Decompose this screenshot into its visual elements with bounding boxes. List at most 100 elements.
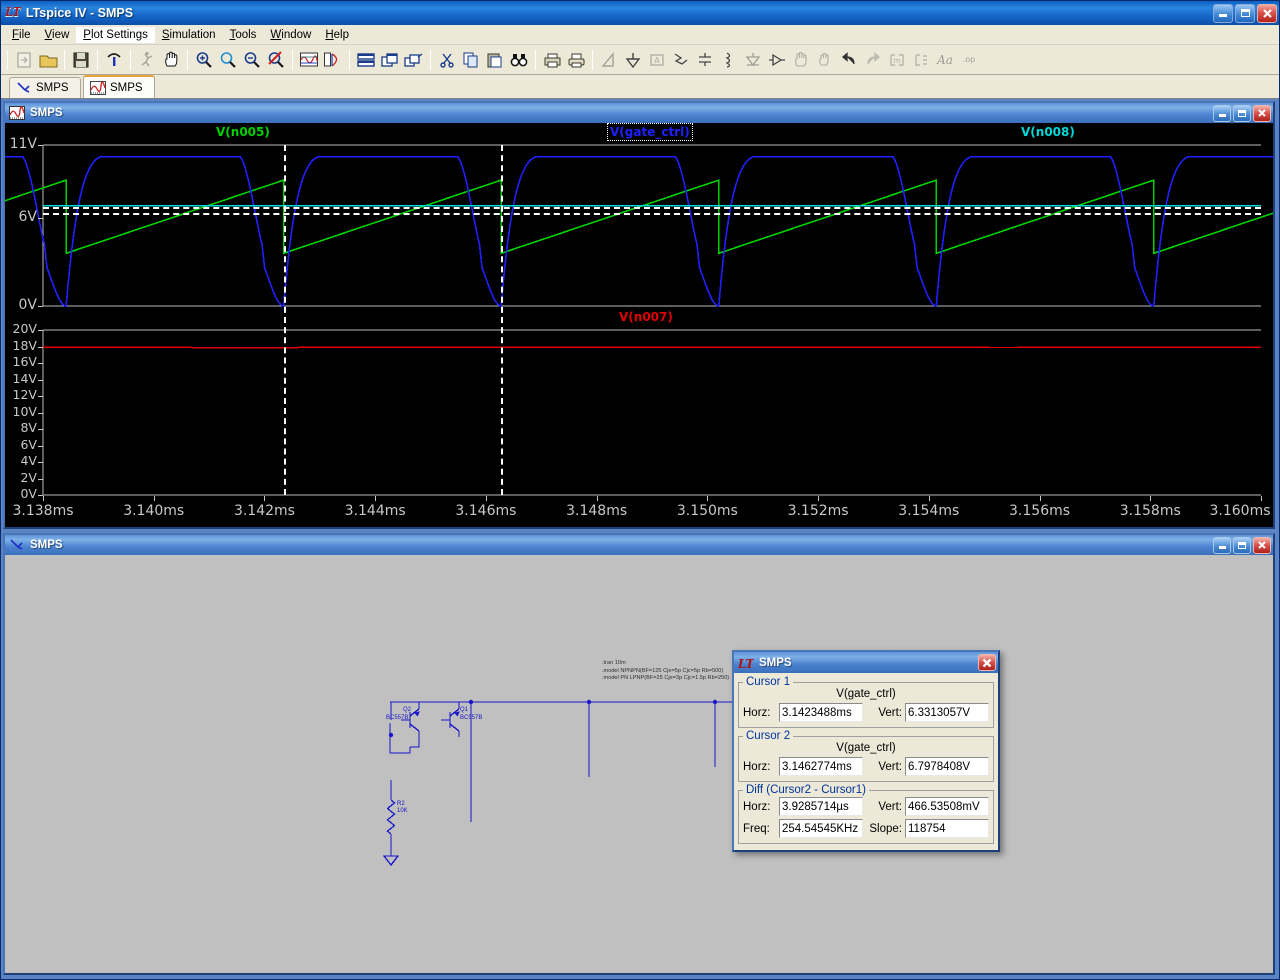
- print-preview-icon[interactable]: [540, 48, 564, 72]
- tab-schematic-label: SMPS: [36, 82, 69, 94]
- place-resistor-icon[interactable]: [669, 48, 693, 72]
- schematic-label: 10K: [397, 808, 408, 815]
- undo-icon[interactable]: [837, 48, 861, 72]
- diff-horz-value[interactable]: 3.9285714µs: [779, 797, 863, 816]
- place-capacitor-icon[interactable]: [693, 48, 717, 72]
- spice-error-log-icon[interactable]: [321, 48, 345, 72]
- tile-cascade-icon[interactable]: [378, 48, 402, 72]
- drag-icon[interactable]: [813, 48, 837, 72]
- window-controls: [1213, 4, 1277, 23]
- place-ground-icon[interactable]: [621, 48, 645, 72]
- place-diode-icon[interactable]: [741, 48, 765, 72]
- trace-legend-label[interactable]: V(n005): [216, 125, 270, 139]
- x-axis-tick: [707, 496, 708, 501]
- menu-view[interactable]: View: [38, 27, 77, 43]
- tile-horizontal-icon[interactable]: [354, 48, 378, 72]
- tab-schematic-smps[interactable]: SMPS: [9, 77, 81, 98]
- waveform-plot-area[interactable]: 11V6V0V20V18V16V14V12V10V8V6V4V2V0V3.138…: [5, 123, 1273, 527]
- menu-simulation-rest: imulation: [170, 29, 216, 41]
- open-file-icon[interactable]: [36, 48, 60, 72]
- trace-legend-label[interactable]: V(n008): [1021, 125, 1075, 139]
- waveform-minimize-button[interactable]: [1213, 105, 1231, 122]
- menu-window[interactable]: Window: [263, 27, 318, 43]
- paste-icon[interactable]: [483, 48, 507, 72]
- cursor2-horz-value[interactable]: 3.1462774ms: [779, 757, 863, 776]
- ltspice-logo-icon: LT: [5, 5, 20, 21]
- y-axis-tick-label: 12V: [13, 387, 37, 402]
- waveform-maximize-button[interactable]: [1233, 105, 1251, 122]
- cut-scissors-icon[interactable]: [435, 48, 459, 72]
- cursor-2-vertical-line[interactable]: [501, 145, 503, 495]
- schematic-canvas[interactable]: .tran 10m.model NPNPN(BF=125 Cje=5p Cjc=…: [5, 555, 1273, 973]
- zoom-out-icon[interactable]: [240, 48, 264, 72]
- redo-icon[interactable]: [861, 48, 885, 72]
- menu-plot-settings[interactable]: Plot Settings: [76, 27, 155, 43]
- find-binoculars-icon[interactable]: [507, 48, 531, 72]
- y-axis-tick-label: 0V: [20, 486, 37, 501]
- text-aa-icon[interactable]: Aa: [933, 48, 957, 72]
- schematic-label: .model PN LPNP(BF=25 Cje=3p Cjc=1.5p Rb=…: [602, 675, 729, 681]
- schematic-maximize-button[interactable]: [1233, 537, 1251, 554]
- maximize-button[interactable]: [1235, 4, 1255, 23]
- cursor-dialog-title-bar[interactable]: LT SMPS: [734, 652, 998, 673]
- move-icon[interactable]: [789, 48, 813, 72]
- menu-simulation[interactable]: Simulation: [155, 27, 223, 43]
- close-button[interactable]: [1257, 4, 1277, 23]
- menu-help[interactable]: Help: [318, 27, 356, 43]
- zoom-in-icon[interactable]: [192, 48, 216, 72]
- diff-freq-value[interactable]: 254.54545KHz: [779, 819, 863, 838]
- minimize-button[interactable]: [1213, 4, 1233, 23]
- cursor-1-horizontal-line[interactable]: [43, 213, 1261, 215]
- place-inductor-icon[interactable]: [717, 48, 741, 72]
- waveform-view-icon[interactable]: [297, 48, 321, 72]
- zoom-area-icon[interactable]: [216, 48, 240, 72]
- probe-icon[interactable]: [102, 48, 126, 72]
- place-label-icon[interactable]: A: [645, 48, 669, 72]
- schematic-label: Q1: [460, 707, 468, 714]
- x-axis-tick-label: 3.160ms: [1207, 503, 1273, 519]
- schematic-icon: [9, 538, 25, 552]
- save-file-icon[interactable]: [69, 48, 93, 72]
- svg-text:A: A: [654, 56, 660, 65]
- maximize-icon: [1238, 110, 1246, 117]
- waveform-close-button[interactable]: [1253, 105, 1271, 122]
- menu-tools[interactable]: Tools: [223, 27, 264, 43]
- cursor1-vert-value[interactable]: 6.3313057V: [905, 703, 989, 722]
- trace-legend-label[interactable]: V(gate_ctrl): [609, 125, 691, 139]
- pan-hand-icon[interactable]: [159, 48, 183, 72]
- diff-slope-value[interactable]: 118754: [905, 819, 989, 838]
- trace-legend-label[interactable]: V(n007): [619, 310, 673, 324]
- tab-waveform-label: SMPS: [110, 82, 143, 94]
- arrange-windows-icon[interactable]: [402, 48, 426, 72]
- cursor1-horz-value[interactable]: 3.1423488ms: [779, 703, 863, 722]
- spice-directive-icon[interactable]: .op: [957, 48, 981, 72]
- cursor2-row: Horz: 3.1462774ms Vert: 6.7978408V: [743, 757, 989, 776]
- toolbar-separator: [7, 50, 8, 70]
- cursor1-row: Horz: 3.1423488ms Vert: 6.3313057V: [743, 703, 989, 722]
- menu-file[interactable]: File: [5, 27, 38, 43]
- cursor-1-vertical-line[interactable]: [284, 145, 286, 495]
- schematic-label: R2: [397, 801, 405, 808]
- draw-wire-icon[interactable]: [597, 48, 621, 72]
- run-icon[interactable]: [135, 48, 159, 72]
- tab-waveform-smps[interactable]: SMPS: [83, 75, 155, 98]
- zoom-fit-cancel-icon[interactable]: [264, 48, 288, 72]
- rotate-icon[interactable]: [909, 48, 933, 72]
- cursor-2-horizontal-line[interactable]: [43, 207, 1261, 209]
- diff-vert-label: Vert:: [866, 801, 902, 813]
- new-schematic-icon[interactable]: [12, 48, 36, 72]
- schematic-close-button[interactable]: [1253, 537, 1271, 554]
- maximize-icon: [1241, 9, 1250, 17]
- schematic-minimize-button[interactable]: [1213, 537, 1231, 554]
- mirror-icon[interactable]: m: [885, 48, 909, 72]
- y-axis-tick-label: 14V: [13, 371, 37, 386]
- print-icon[interactable]: [564, 48, 588, 72]
- place-component-icon[interactable]: [765, 48, 789, 72]
- cursor2-vert-value[interactable]: 6.7978408V: [905, 757, 989, 776]
- copy-icon[interactable]: [459, 48, 483, 72]
- x-axis-tick: [1150, 496, 1151, 501]
- diff-vert-value[interactable]: 466.53508mV: [905, 797, 989, 816]
- waveform-window-title: SMPS: [30, 107, 1213, 119]
- cursor-dialog-controls: [978, 654, 996, 671]
- cursor-dialog-close-button[interactable]: [978, 654, 996, 671]
